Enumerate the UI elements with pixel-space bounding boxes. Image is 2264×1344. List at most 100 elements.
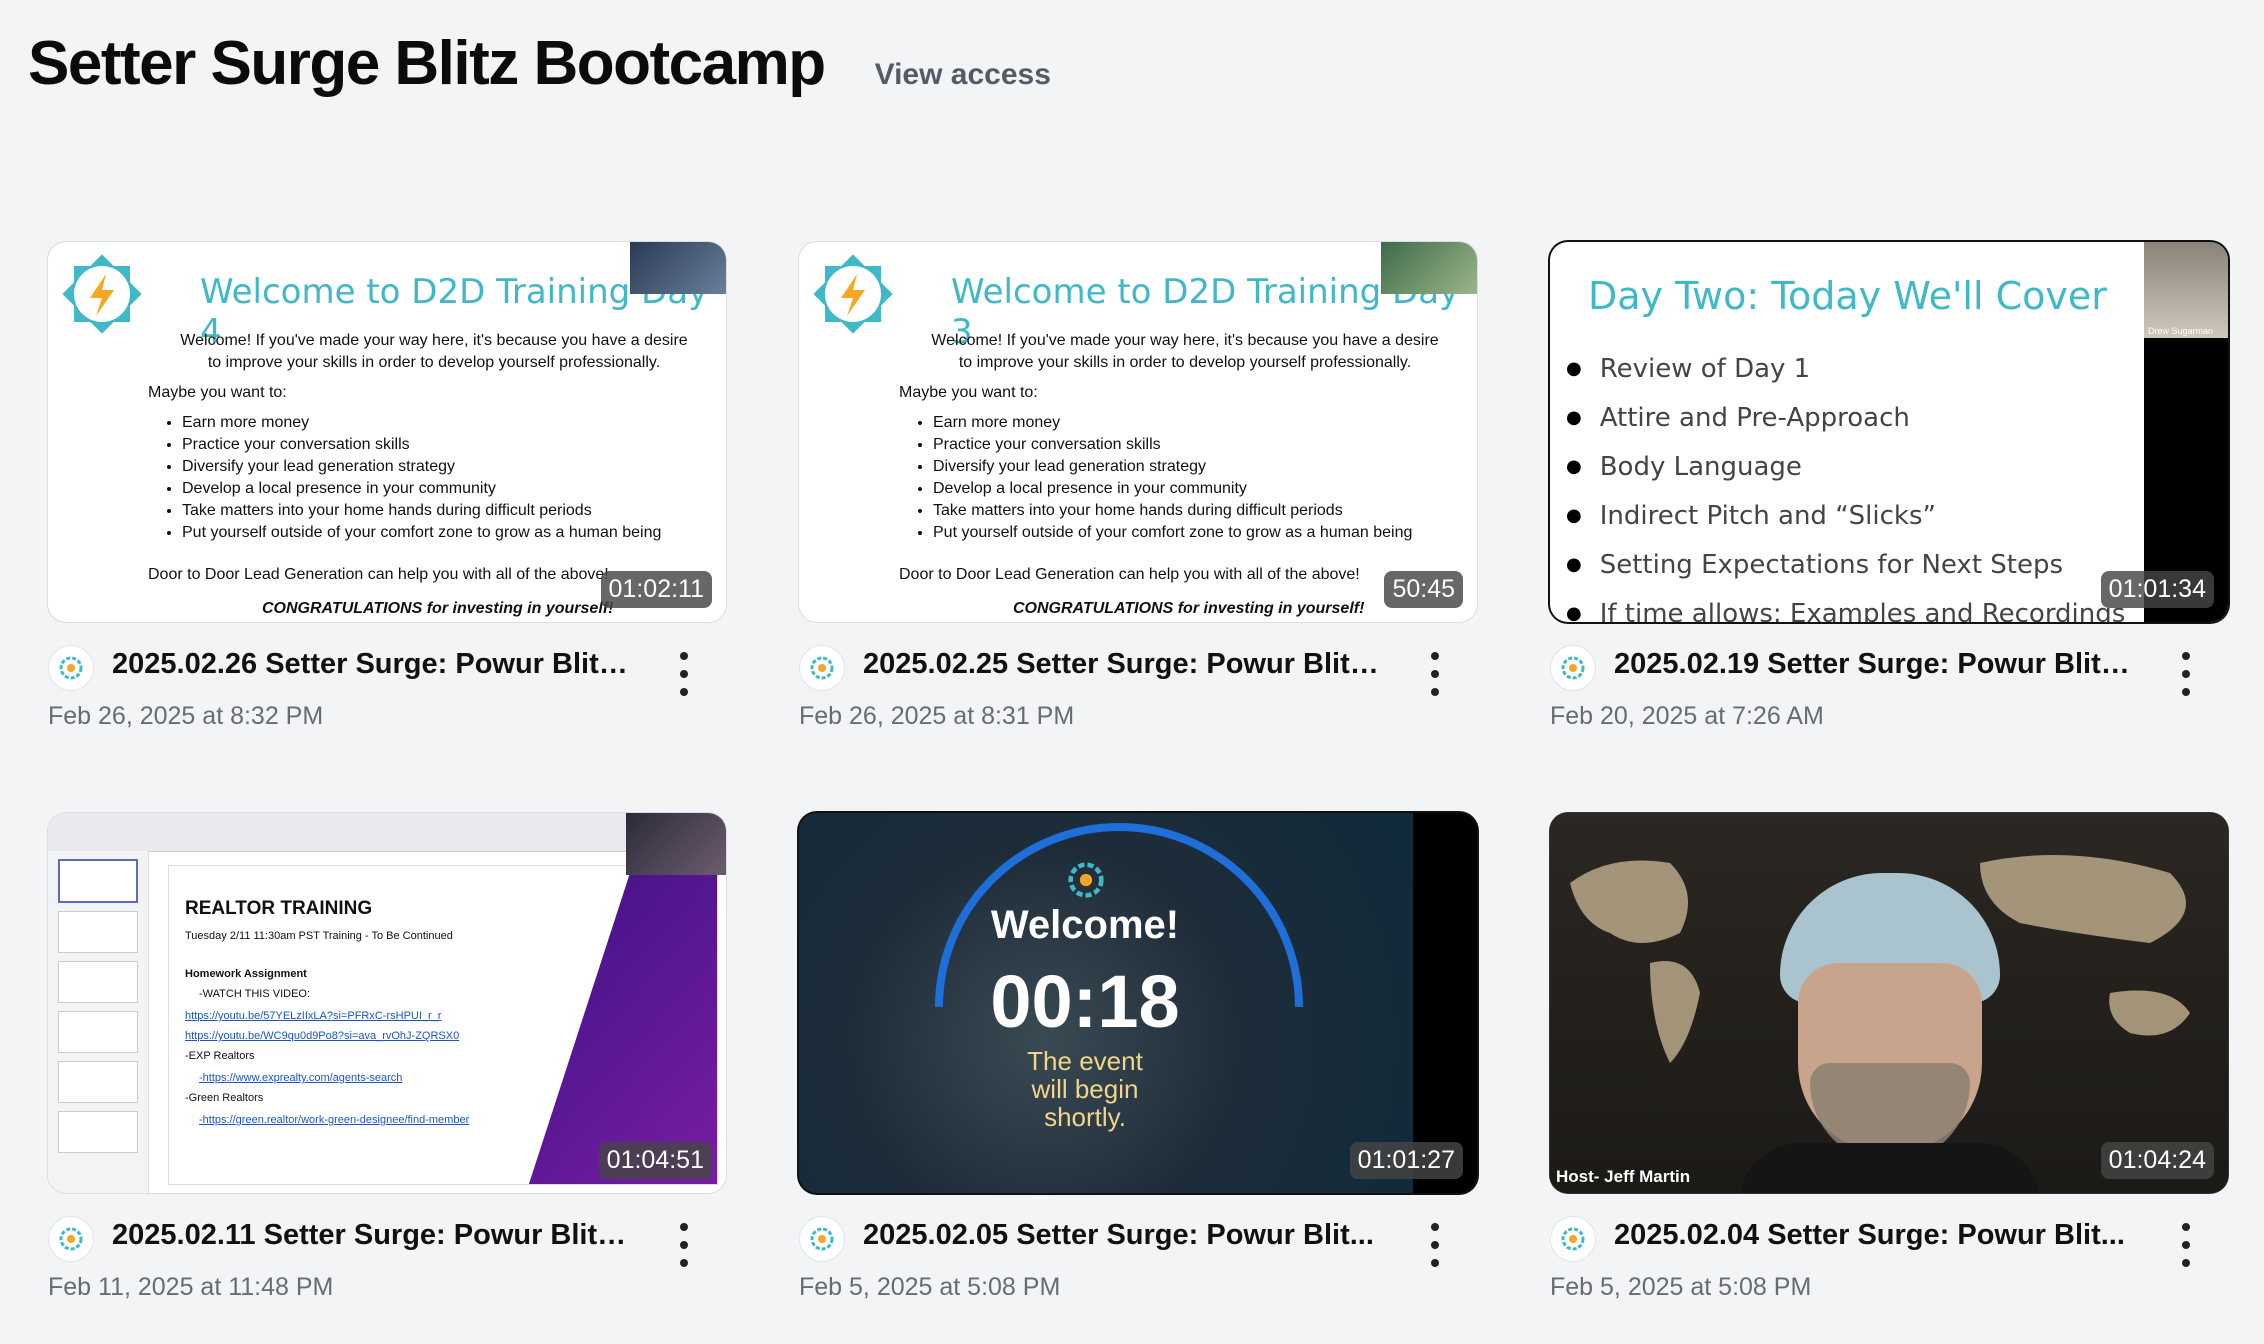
slide-congrats: CONGRATULATIONS for investing in yoursel… (262, 600, 614, 617)
host-label: Host- Jeff Martin (1556, 1167, 1691, 1186)
slide-subheading: Tuesday 2/11 11:30am PST Training - To B… (185, 930, 453, 942)
event-subtext: The event will begin shortly. (799, 1047, 1371, 1131)
channel-icon (48, 1216, 94, 1262)
video-meta: 2025.02.04 Setter Surge: Powur Blit... F… (1550, 1211, 2228, 1311)
slide-bullet: Take matters into your home hands during… (933, 500, 1412, 522)
channel-icon (48, 645, 94, 691)
page-header: Setter Surge Blitz Bootcamp View access (28, 28, 1051, 99)
video-thumbnail[interactable]: Welcome to D2D Training Day 4 Welcome! I… (48, 242, 726, 622)
slide-link: -https://green.realtor/work-green-design… (199, 1114, 470, 1126)
slide-bullet: Attire and Pre-Approach (1566, 395, 2125, 444)
more-options-icon[interactable] (672, 1223, 696, 1267)
slide-link: https://youtu.be/57YELzIIxLA?si=PFRxC-rs… (185, 1010, 442, 1022)
speaker-camera: Drew Sugarman (2144, 242, 2228, 338)
speaker-camera (626, 813, 726, 875)
powur-logo-icon (59, 1227, 83, 1251)
powur-logo-icon (59, 656, 83, 680)
view-access-link[interactable]: View access (875, 58, 1051, 92)
powur-logo-icon (813, 254, 893, 334)
slide-bullet: Body Language (1566, 444, 2125, 493)
slide-canvas: REALTOR TRAINING Tuesday 2/11 11:30am PS… (168, 865, 718, 1185)
video-title[interactable]: 2025.02.11 Setter Surge: Powur Blitz ... (112, 1219, 632, 1252)
slide-bullet: Indirect Pitch and “Slicks” (1566, 493, 2125, 542)
channel-icon (799, 1216, 845, 1262)
slide-heading: Day Two: Today We'll Cover (1588, 274, 2107, 318)
channel-icon (1550, 1216, 1596, 1262)
powur-logo-icon (62, 254, 142, 334)
slide-bullet: Earn more money (182, 412, 661, 434)
channel-icon (1550, 645, 1596, 691)
video-date: Feb 5, 2025 at 5:08 PM (799, 1273, 1061, 1301)
video-date: Feb 26, 2025 at 8:32 PM (48, 702, 324, 730)
powur-logo-icon (1561, 656, 1585, 680)
slide-bullet: Review of Day 1 (1566, 346, 2125, 395)
video-date: Feb 5, 2025 at 5:08 PM (1550, 1273, 1812, 1301)
host-person (1740, 873, 2040, 1193)
powur-logo-icon (1561, 1227, 1585, 1251)
video-thumbnail[interactable]: REALTOR TRAINING Tuesday 2/11 11:30am PS… (48, 813, 726, 1193)
slide-footer: Door to Door Lead Generation can help yo… (148, 566, 609, 583)
slide-footer: Door to Door Lead Generation can help yo… (899, 566, 1360, 583)
video-title[interactable]: 2025.02.25 Setter Surge: Powur Blitz... (863, 648, 1383, 681)
video-meta: 2025.02.19 Setter Surge: Powur Blitz ...… (1550, 640, 2228, 740)
slide-link: -https://www.exprealty.com/agents-search (199, 1072, 403, 1084)
video-title[interactable]: 2025.02.05 Setter Surge: Powur Blit... (863, 1219, 1383, 1252)
slide-bullet: Put yourself outside of your comfort zon… (182, 522, 661, 544)
slide-bullet: Earn more money (933, 412, 1412, 434)
slide-bullet: Develop a local presence in your communi… (933, 478, 1412, 500)
slide-maybe: Maybe you want to: (148, 384, 287, 401)
slide-exp: -EXP Realtors (185, 1050, 255, 1062)
video-meta: 2025.02.11 Setter Surge: Powur Blitz ...… (48, 1211, 726, 1311)
browser-toolbar (48, 813, 726, 852)
page-title: Setter Surge Blitz Bootcamp (28, 29, 826, 98)
slide-maybe: Maybe you want to: (899, 384, 1038, 401)
shirt (1740, 1143, 2040, 1193)
video-date: Feb 11, 2025 at 11:48 PM (48, 1273, 334, 1301)
video-meta: 2025.02.26 Setter Surge: Powur Blitz... … (48, 640, 726, 740)
slide-bullet: Practice your conversation skills (933, 434, 1412, 456)
slide-bullet: Setting Expectations for Next Steps (1566, 542, 2125, 591)
channel-icon (799, 645, 845, 691)
slide-bullets: Earn more money Practice your conversati… (148, 408, 661, 544)
slide-bullet: Take matters into your home hands during… (182, 500, 661, 522)
more-options-icon[interactable] (2174, 652, 2198, 696)
slide-accent-stripe (521, 866, 717, 1184)
slide-watch: -WATCH THIS VIDEO: (199, 988, 311, 1000)
slide-bullet: Develop a local presence in your communi… (182, 478, 661, 500)
slide-green: -Green Realtors (185, 1092, 264, 1104)
speaker-camera (630, 242, 726, 294)
video-title[interactable]: 2025.02.19 Setter Surge: Powur Blitz ... (1614, 648, 2134, 681)
slide-bullet: If time allows: Examples and Recordings (1566, 591, 2126, 622)
video-thumbnail[interactable]: Host- Jeff Martin 01:04:24 (1550, 813, 2228, 1193)
video-duration: 01:04:24 (2100, 1142, 2214, 1179)
slide-heading: REALTOR TRAINING (185, 898, 373, 919)
video-duration: 01:01:34 (2100, 571, 2214, 608)
video-title[interactable]: 2025.02.04 Setter Surge: Powur Blit... (1614, 1219, 2134, 1252)
slide-congrats: CONGRATULATIONS for investing in yoursel… (1013, 600, 1365, 617)
video-thumbnail[interactable]: Welcome to D2D Training Day 3 Welcome! I… (799, 242, 1477, 622)
more-options-icon[interactable] (1423, 1223, 1447, 1267)
video-duration: 01:02:11 (600, 571, 712, 608)
slide-intro: Welcome! If you've made your way here, i… (931, 332, 1439, 371)
slide-link: https://youtu.be/WC9qu0d9Po8?si=ava_rvOh… (185, 1030, 460, 1042)
event-welcome: Welcome! (990, 903, 1180, 947)
more-options-icon[interactable] (672, 652, 696, 696)
video-duration: 01:04:51 (598, 1142, 712, 1179)
video-thumbnail[interactable]: Day Two: Today We'll Cover Review of Day… (1550, 242, 2228, 622)
slide-bullet: Diversify your lead generation strategy (933, 456, 1412, 478)
event-subtext-line: shortly. (1044, 1102, 1126, 1132)
video-thumbnail[interactable]: Welcome! 00:18 The event will begin shor… (799, 813, 1477, 1193)
slide-thumbnails-panel (48, 851, 149, 1193)
video-date: Feb 26, 2025 at 8:31 PM (799, 702, 1075, 730)
more-options-icon[interactable] (1423, 652, 1447, 696)
video-title[interactable]: 2025.02.26 Setter Surge: Powur Blitz... (112, 648, 632, 681)
powur-logo-icon (810, 1227, 834, 1251)
powur-logo-icon (1068, 862, 1104, 898)
slide-bullet: Diversify your lead generation strategy (182, 456, 661, 478)
video-duration: 01:01:27 (1349, 1142, 1463, 1179)
slide-homework: Homework Assignment (185, 968, 307, 980)
event-subtext-line: will begin (1031, 1074, 1139, 1104)
slide-bullet: Put yourself outside of your comfort zon… (933, 522, 1412, 544)
more-options-icon[interactable] (2174, 1223, 2198, 1267)
slide-bullets: Review of Day 1 Attire and Pre-Approach … (1566, 346, 2126, 622)
